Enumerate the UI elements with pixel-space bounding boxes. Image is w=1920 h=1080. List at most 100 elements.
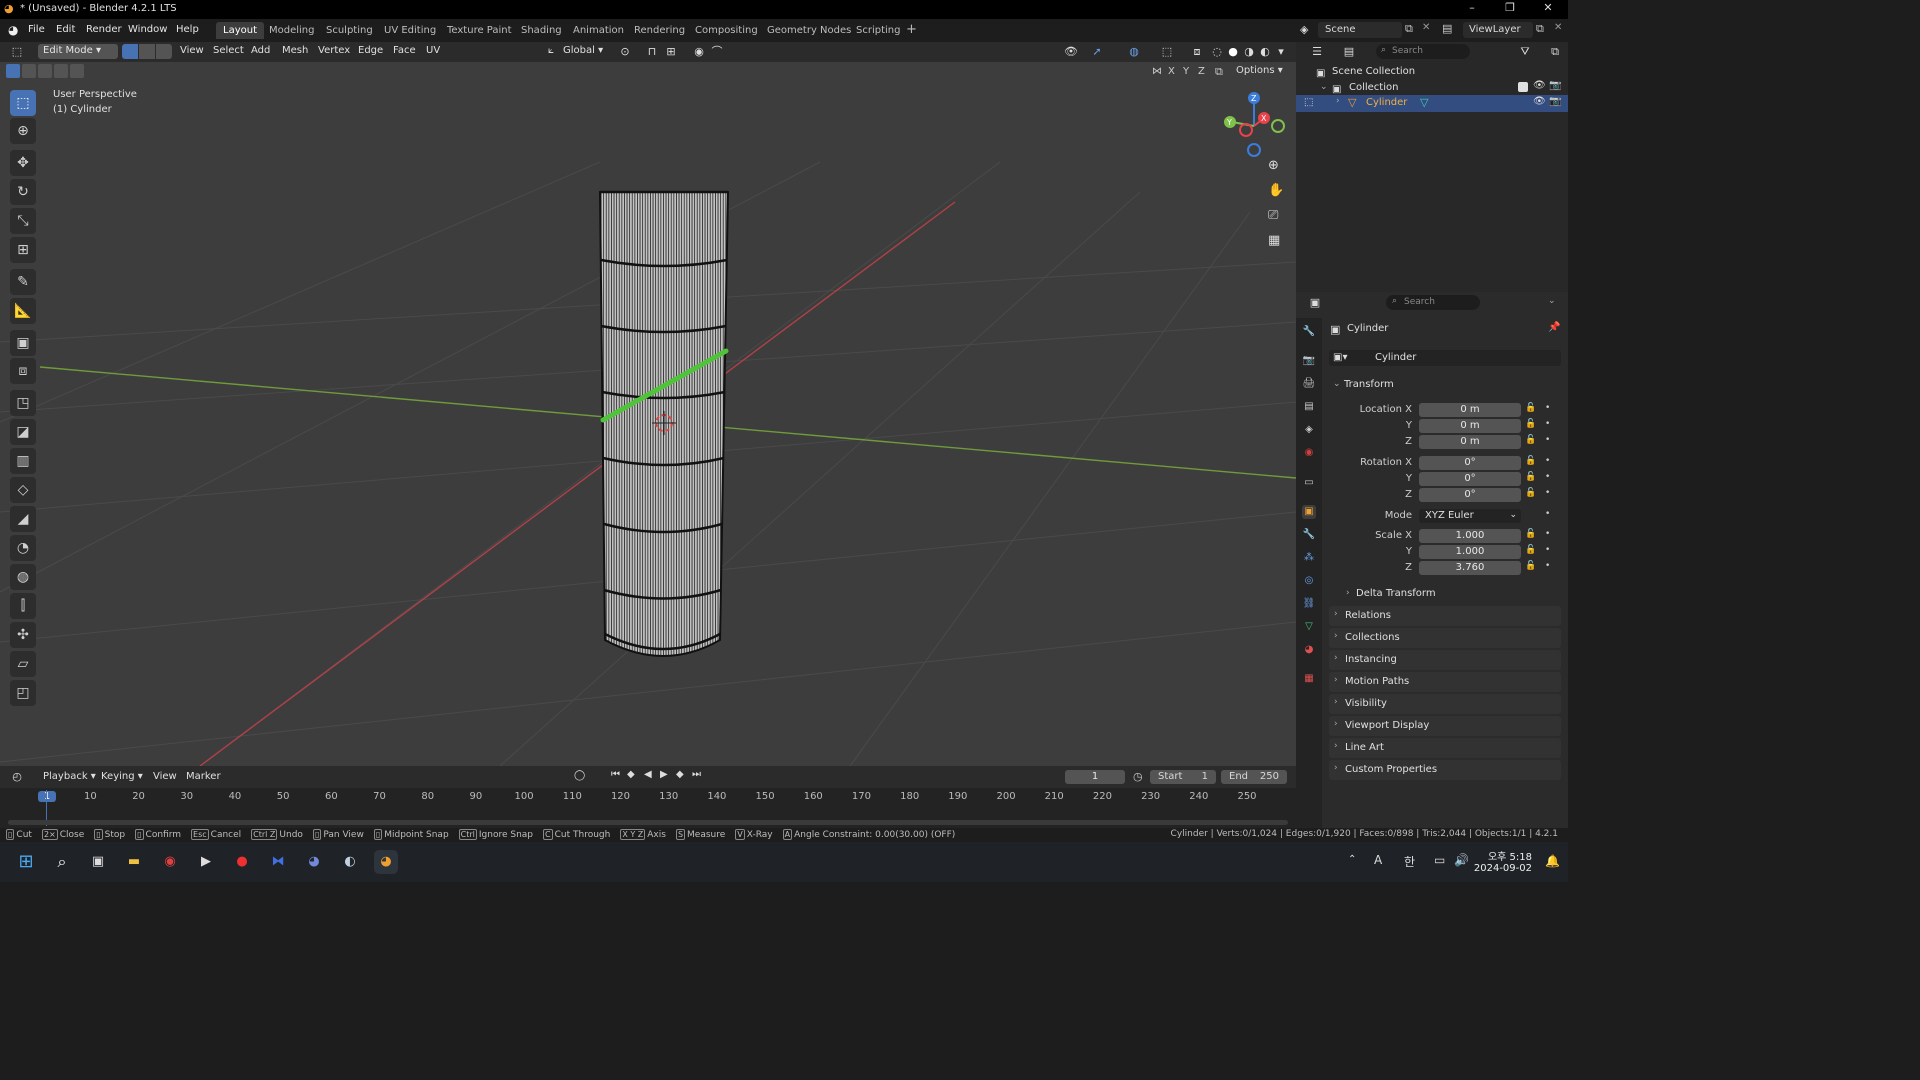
chrome-icon[interactable]: ◉ — [158, 850, 182, 874]
notification-bell-icon[interactable]: 🔔 — [1545, 854, 1560, 868]
ime-indicator[interactable]: 한 — [1404, 853, 1415, 870]
location-x-field[interactable]: 0 m — [1419, 403, 1521, 417]
panel-relations[interactable]: › Relations — [1329, 606, 1561, 626]
rotation-x-field[interactable]: 0° — [1419, 456, 1521, 470]
select-box-tool-icon[interactable]: ⬚ — [10, 90, 36, 116]
vertex-select-mode-button[interactable] — [122, 44, 138, 59]
new-collection-icon[interactable]: ⧉ — [1548, 45, 1562, 59]
timeline-menu-marker[interactable]: Marker — [186, 771, 221, 782]
steam-icon[interactable]: ◐ — [338, 850, 362, 874]
frame-ruler[interactable]: 1 10 20 30 40 50 60 70 80 90 100 110 120 130 140 150 160… — [0, 790, 1296, 804]
viewport-menu-edge[interactable]: Edge — [358, 45, 383, 56]
jump-to-end-icon[interactable]: ⏭ — [692, 769, 701, 780]
spin-tool-icon[interactable]: ◔ — [10, 535, 36, 561]
collection-visibility-eye-icon[interactable]: 👁 — [1533, 80, 1546, 91]
scene-icon[interactable]: ◈ — [1300, 23, 1308, 36]
physics-tab-icon[interactable]: ◎ — [1302, 574, 1316, 588]
poly-build-tool-icon[interactable]: ◢ — [10, 506, 36, 532]
texture-tab-icon[interactable]: ▦ — [1302, 672, 1316, 686]
collection-tab-icon[interactable]: ▭ — [1302, 476, 1316, 490]
keyframe-rotation-z-icon[interactable]: • — [1545, 488, 1550, 498]
close-window-button[interactable]: ✕ — [1528, 1, 1568, 14]
editor-type-icon[interactable]: ⬚ — [10, 45, 24, 59]
shear-tool-icon[interactable]: ▱ — [10, 651, 36, 677]
lock-rotation-z-icon[interactable]: 🔓 — [1525, 488, 1536, 498]
rotation-y-field[interactable]: 0° — [1419, 472, 1521, 486]
play-icon[interactable]: ▶ — [660, 769, 668, 780]
current-frame-field[interactable]: 1 — [1065, 770, 1125, 784]
outliner-search-input[interactable]: Search — [1376, 44, 1470, 59]
scale-x-field[interactable]: 1.000 — [1419, 529, 1521, 543]
end-frame-field[interactable]: End 250 — [1221, 770, 1287, 784]
collection-expand-chevron-icon[interactable]: ⌄ — [1320, 82, 1328, 92]
lock-scale-x-icon[interactable]: 🔓 — [1525, 529, 1536, 539]
collection-label[interactable]: Collection — [1349, 82, 1398, 93]
rip-region-tool-icon[interactable]: ◰ — [10, 680, 36, 706]
proportional-edit-icon[interactable]: ◉ — [692, 45, 706, 59]
select-new-button[interactable] — [6, 64, 20, 78]
menu-edit[interactable]: Edit — [56, 24, 75, 35]
location-z-field[interactable]: 0 m — [1419, 435, 1521, 449]
3d-viewport[interactable]: User Perspective (1) Cylinder Z X Y ⊕ ✋ … — [0, 62, 1296, 766]
cylinder-render-camera-icon[interactable]: 📷 — [1549, 96, 1561, 107]
select-intersect-button[interactable] — [70, 64, 84, 78]
rotate-tool-icon[interactable]: ↻ — [10, 179, 36, 205]
outliner-cylinder-label[interactable]: Cylinder — [1366, 97, 1407, 108]
cylinder-expand-chevron-icon[interactable]: › — [1336, 96, 1340, 106]
timeline-menu-keying[interactable]: Keying ▾ — [101, 771, 143, 782]
file-explorer-icon[interactable]: ▬ — [122, 850, 146, 874]
timeline-menu-view[interactable]: View — [153, 771, 177, 782]
discord-icon[interactable]: ◕ — [302, 850, 326, 874]
pan-hand-icon[interactable]: ✋ — [1268, 183, 1284, 198]
lock-scale-y-icon[interactable]: 🔓 — [1525, 545, 1536, 555]
lock-scale-z-icon[interactable]: 🔓 — [1525, 561, 1536, 571]
keyframe-rotation-x-icon[interactable]: • — [1545, 456, 1550, 466]
smooth-tool-icon[interactable]: ◍ — [10, 564, 36, 590]
tab-scripting[interactable]: Scripting — [849, 22, 907, 39]
inset-faces-tool-icon[interactable]: ◳ — [10, 390, 36, 416]
particles-tab-icon[interactable]: ⁂ — [1302, 551, 1316, 565]
viewport-menu-face[interactable]: Face — [393, 45, 416, 56]
tab-geometry-nodes[interactable]: Geometry Nodes — [760, 22, 858, 39]
shrink-fatten-tool-icon[interactable]: ✣ — [10, 622, 36, 648]
auto-keying-icon[interactable]: ◯ — [574, 770, 585, 781]
cylinder-visibility-eye-icon[interactable]: 👁 — [1533, 96, 1546, 107]
tab-texture-paint[interactable]: Texture Paint — [440, 22, 519, 39]
keyframe-scale-z-icon[interactable]: • — [1545, 561, 1550, 571]
scene-tab-icon[interactable]: ◈ — [1302, 423, 1316, 437]
scene-collection-label[interactable]: Scene Collection — [1332, 66, 1415, 77]
cursor-tool-icon[interactable]: ⊕ — [10, 118, 36, 144]
viewport-menu-add[interactable]: Add — [251, 45, 270, 56]
viewport-canvas[interactable] — [0, 62, 1296, 766]
delete-scene-icon[interactable]: ✕ — [1422, 22, 1430, 33]
snap-target-icon[interactable]: ⊞ — [664, 45, 678, 59]
lock-rotation-x-icon[interactable]: 🔓 — [1525, 456, 1536, 466]
panel-viewport-display[interactable]: › Viewport Display — [1329, 716, 1561, 736]
use-preview-range-icon[interactable]: ◷ — [1133, 770, 1143, 783]
zoom-icon[interactable]: ⊕ — [1268, 158, 1279, 173]
material-tab-icon[interactable]: ◕ — [1302, 643, 1316, 657]
keyframe-location-y-icon[interactable]: • — [1545, 419, 1550, 429]
render-tab-icon[interactable]: 📷 — [1302, 354, 1316, 368]
display-mode-icon[interactable]: ▤ — [1342, 45, 1356, 59]
options-menu[interactable]: Options ▾ — [1236, 65, 1283, 76]
timeline-track-area[interactable]: 1 10 20 30 40 50 60 70 80 90 100 110 120 130 140 150 160… — [0, 788, 1296, 828]
viewport-menu-vertex[interactable]: Vertex — [318, 45, 350, 56]
select-extend-button[interactable] — [22, 64, 36, 78]
task-view-icon[interactable]: ▣ — [86, 850, 110, 874]
jump-to-prev-keyframe-icon[interactable]: ◆ — [627, 769, 635, 780]
transform-collapse-chevron-icon[interactable]: ⌄ — [1333, 379, 1341, 389]
collection-render-camera-icon[interactable]: 📷 — [1549, 80, 1561, 91]
proportional-falloff-icon[interactable]: ⌒ — [710, 45, 724, 59]
edge-select-mode-button[interactable] — [139, 44, 155, 59]
transform-orientation-selector[interactable]: Global ▾ — [563, 45, 603, 56]
lock-location-z-icon[interactable]: 🔓 — [1525, 435, 1536, 445]
measure-tool-icon[interactable]: 📐 — [10, 298, 36, 324]
tab-animation[interactable]: Animation — [566, 22, 631, 39]
object-tab-icon[interactable]: ▣ — [1302, 505, 1316, 519]
outliner-editor-icon[interactable]: ☰ — [1310, 45, 1324, 59]
menu-window[interactable]: Window — [128, 24, 167, 35]
lock-location-x-icon[interactable]: 🔓 — [1525, 403, 1536, 413]
wireframe-shading-icon[interactable]: ◌ — [1210, 45, 1224, 59]
overlay-toggle-icon[interactable]: ◍ — [1127, 45, 1141, 59]
